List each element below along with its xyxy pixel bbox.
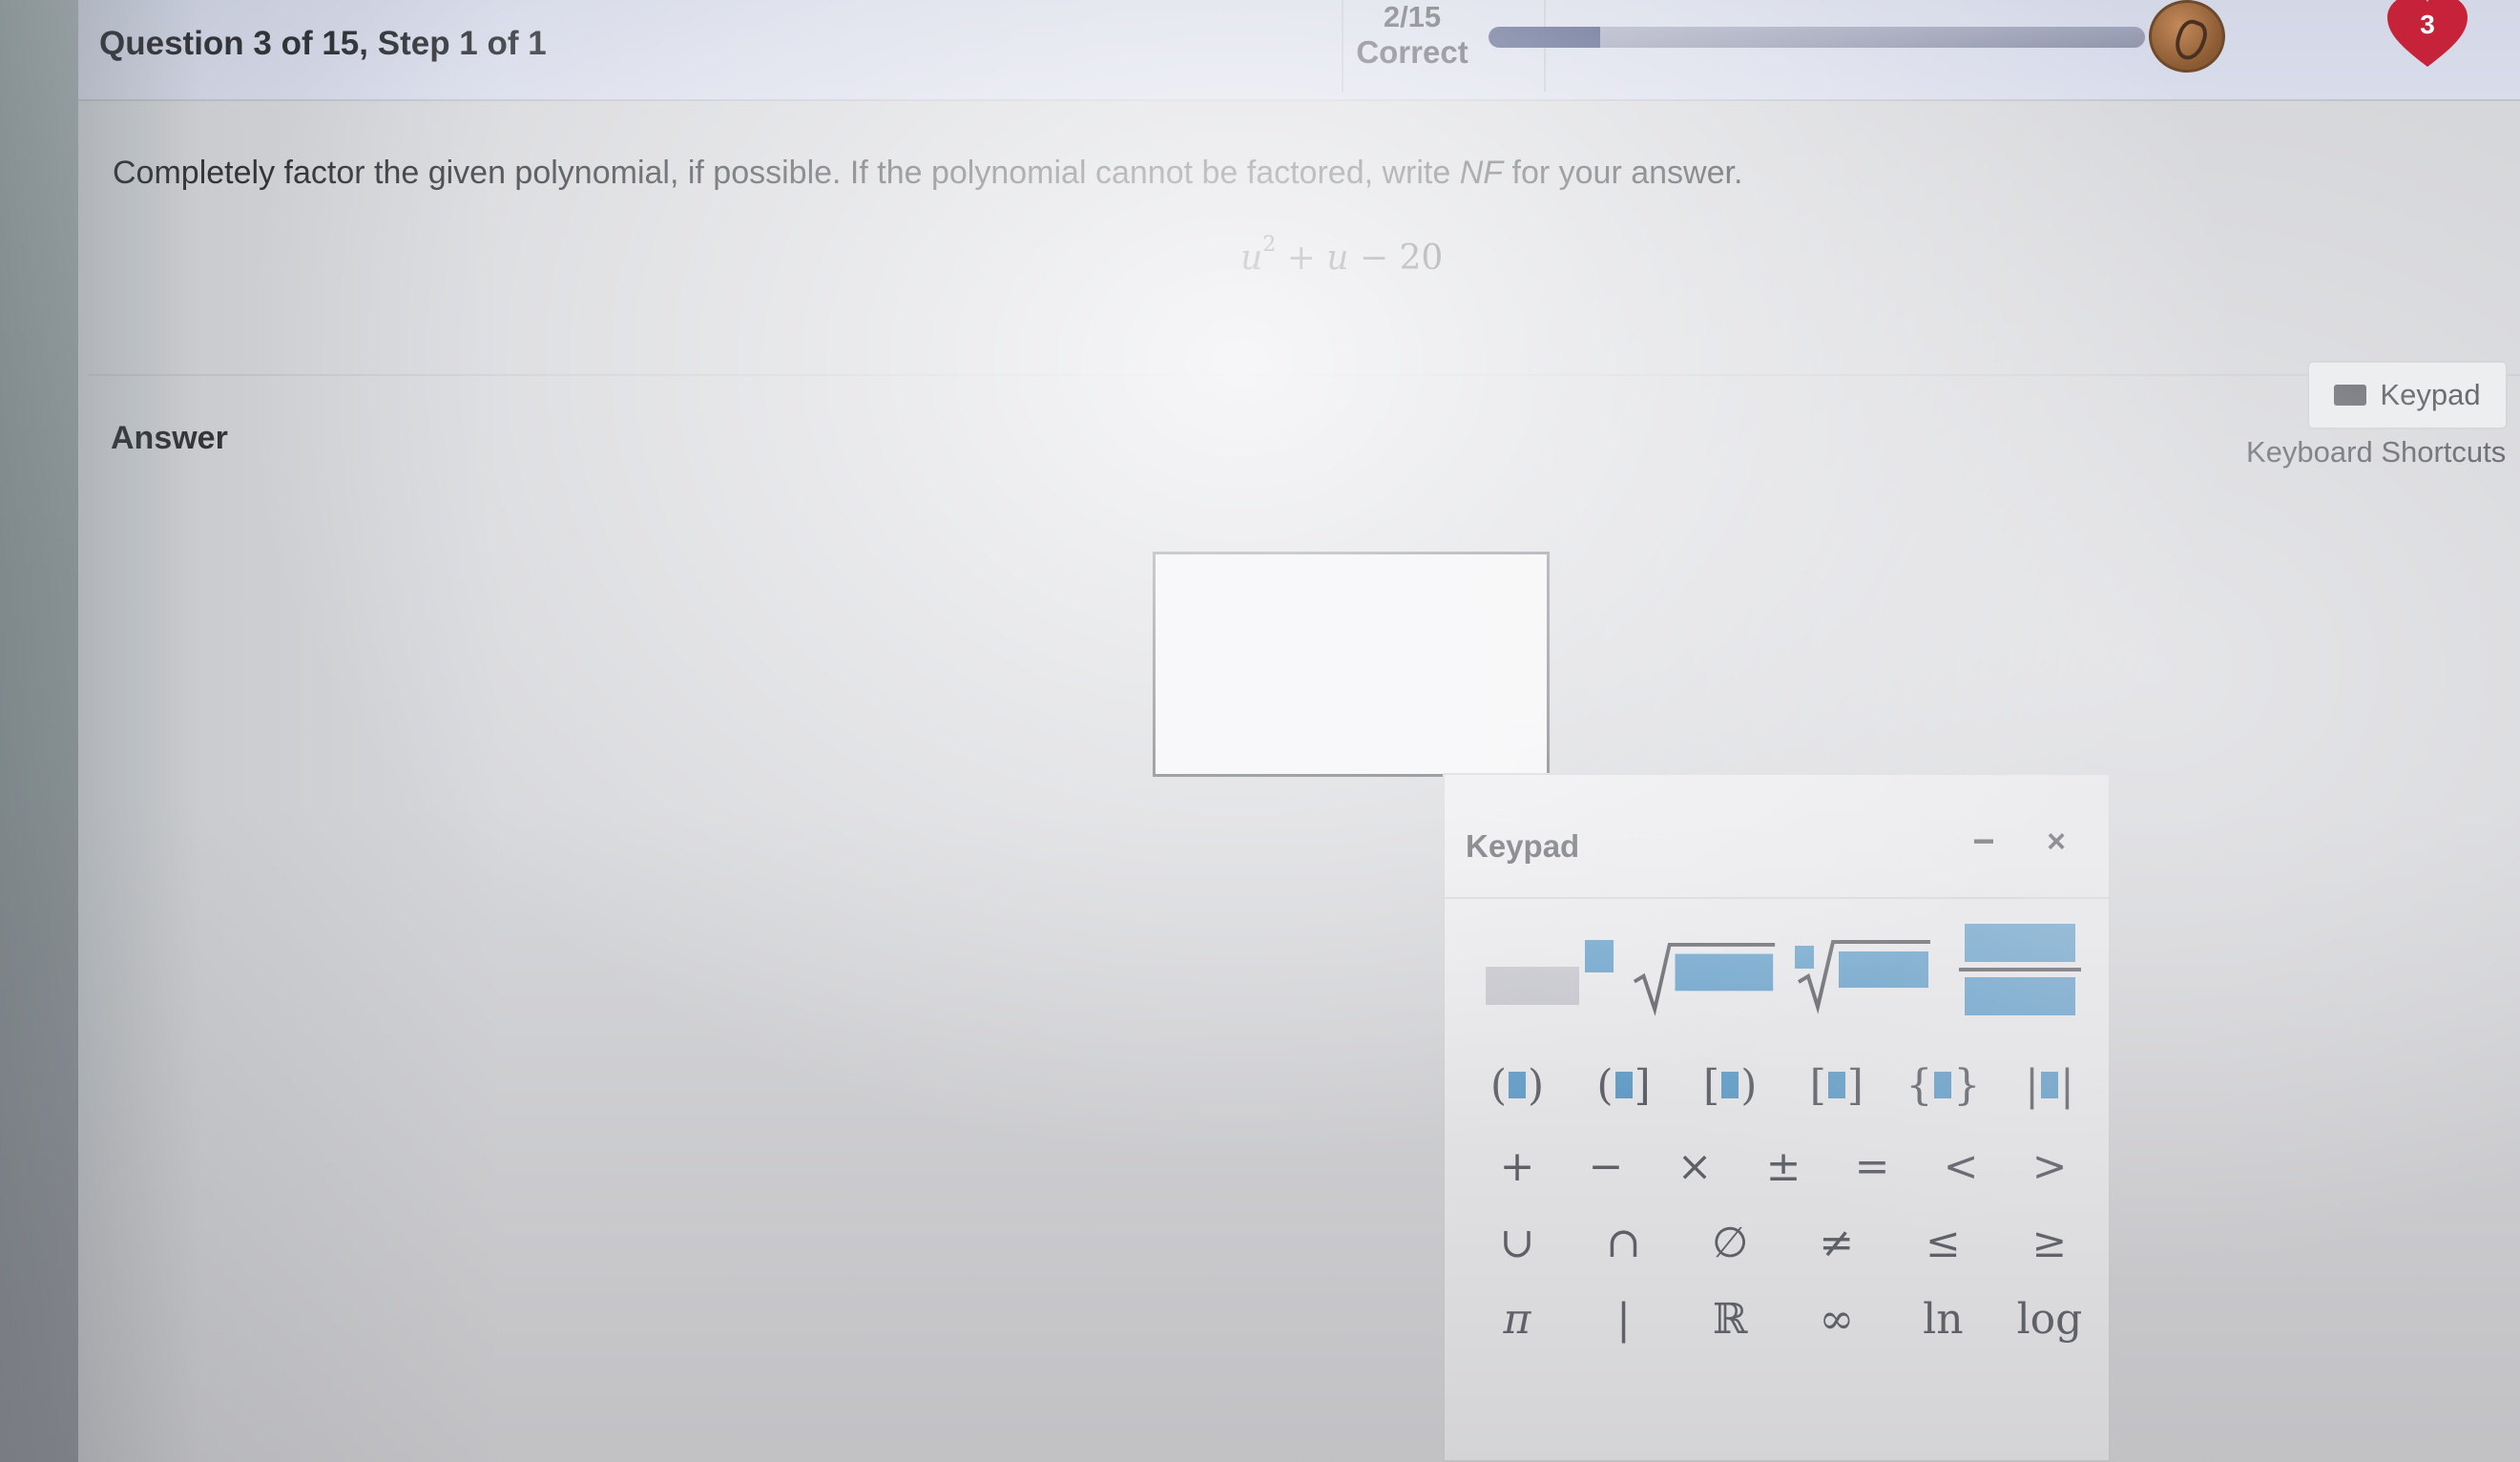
slot-icon xyxy=(1934,1072,1952,1098)
lives-count: 3 xyxy=(2420,10,2435,39)
keypad-toggle-button[interactable]: Keypad xyxy=(2307,361,2508,429)
score-label: Correct xyxy=(1356,34,1468,70)
bar-key[interactable]: | xyxy=(1580,1285,1668,1352)
nth-root-key[interactable] xyxy=(1788,918,1936,1023)
minimize-button[interactable]: − xyxy=(1950,813,2017,870)
fraction-icon xyxy=(1958,924,2081,1015)
keypad-row-constants: π | ℝ ∞ ln log xyxy=(1473,1285,2093,1352)
plus-minus-key[interactable]: ± xyxy=(1739,1133,1827,1200)
question-title: Question 3 of 15, Step 1 of 1 xyxy=(99,25,547,62)
reals-key[interactable]: ℝ xyxy=(1686,1285,1774,1352)
keypad-row-templates xyxy=(1473,918,2093,1023)
progress-fill xyxy=(1489,27,1600,48)
greater-than-key[interactable]: > xyxy=(2006,1133,2093,1200)
infinity-key[interactable]: ∞ xyxy=(1793,1285,1881,1352)
keypad-title: Keypad xyxy=(1466,828,1580,864)
closed-interval-key[interactable]: [] xyxy=(1793,1052,1881,1118)
keypad-panel: Keypad − × () (] [) [] {} | | + − ×… xyxy=(1443,773,2111,1462)
fraction-key[interactable] xyxy=(1946,918,2093,1023)
slot-icon xyxy=(1509,1072,1526,1098)
score-fraction: 2/15 xyxy=(1383,0,1442,33)
pi-key[interactable]: π xyxy=(1473,1285,1561,1352)
keypad-header: Keypad − × xyxy=(1445,775,2109,899)
intersection-key[interactable]: ∩ xyxy=(1580,1209,1668,1276)
keypad-row-operators: + − × ± = < > xyxy=(1473,1133,2093,1200)
slot-icon xyxy=(1827,1072,1845,1098)
slot-icon xyxy=(1614,1072,1633,1098)
question-prompt: Completely factor the given polynomial, … xyxy=(113,155,1830,192)
nth-root-icon xyxy=(1794,940,1930,1014)
section-divider xyxy=(88,374,2520,376)
superscript-key[interactable] xyxy=(1473,918,1621,1023)
square-root-icon xyxy=(1633,942,1776,1016)
ln-key[interactable]: ln xyxy=(1899,1285,1987,1352)
expr-var: u xyxy=(1240,239,1263,278)
keyboard-shortcuts-link[interactable]: Keyboard Shortcuts xyxy=(2246,435,2506,470)
less-than-key[interactable]: < xyxy=(1917,1133,2005,1200)
prompt-text-end: for your answer. xyxy=(1503,155,1743,191)
expr-exponent: 2 xyxy=(1262,233,1277,257)
less-equal-key[interactable]: ≤ xyxy=(1899,1209,1987,1276)
expr-operator: + xyxy=(1276,239,1327,278)
absolute-value-key[interactable]: | | xyxy=(2006,1052,2093,1118)
prompt-nf: NF xyxy=(1459,155,1504,191)
progress-bar xyxy=(1489,27,2145,48)
empty-set-key[interactable]: ∅ xyxy=(1686,1209,1774,1276)
union-key[interactable]: ∪ xyxy=(1473,1209,1561,1276)
greater-equal-key[interactable]: ≥ xyxy=(2006,1209,2093,1276)
trophy-icon[interactable] xyxy=(2149,0,2225,73)
answer-input[interactable] xyxy=(1153,552,1550,777)
open-closed-interval-key[interactable]: (] xyxy=(1580,1052,1668,1118)
parentheses-key[interactable]: () xyxy=(1473,1052,1561,1118)
expr-operator: − xyxy=(1348,239,1400,278)
slot-icon xyxy=(1721,1072,1739,1098)
braces-key[interactable]: {} xyxy=(1899,1052,1987,1118)
times-key[interactable]: × xyxy=(1651,1133,1739,1200)
expr-constant: 20 xyxy=(1399,239,1444,278)
log-key[interactable]: log xyxy=(2006,1285,2093,1352)
plus-key[interactable]: + xyxy=(1473,1133,1561,1200)
equals-key[interactable]: = xyxy=(1828,1133,1916,1200)
keypad-toggle-label: Keypad xyxy=(2380,378,2481,411)
close-button[interactable]: × xyxy=(2023,813,2090,870)
left-edge xyxy=(0,0,78,1462)
keyboard-icon xyxy=(2334,385,2367,406)
expr-var: u xyxy=(1326,239,1349,278)
polynomial-expression: u2 + u − 20 xyxy=(1240,233,1444,278)
prompt-text: Completely factor the given polynomial, … xyxy=(113,155,1460,191)
not-equal-key[interactable]: ≠ xyxy=(1793,1209,1881,1276)
keypad-row-sets: ∪ ∩ ∅ ≠ ≤ ≥ xyxy=(1473,1209,2093,1276)
square-root-key[interactable] xyxy=(1631,918,1779,1023)
closed-open-interval-key[interactable]: [) xyxy=(1686,1052,1774,1118)
superscript-icon xyxy=(1485,940,1614,1005)
slot-icon xyxy=(2040,1072,2058,1098)
answer-label: Answer xyxy=(111,420,228,456)
keypad-row-brackets: () (] [) [] {} | | xyxy=(1473,1052,2093,1118)
minus-key[interactable]: − xyxy=(1562,1133,1650,1200)
